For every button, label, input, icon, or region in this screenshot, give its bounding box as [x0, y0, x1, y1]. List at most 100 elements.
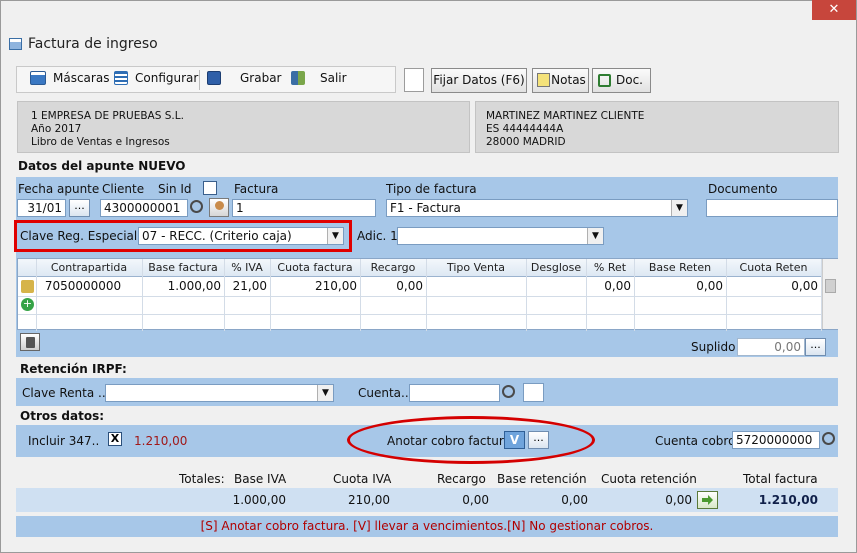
total-factura-label: Total factura: [743, 472, 818, 486]
recargo-label: Recargo: [437, 472, 486, 486]
add-row-icon[interactable]: +: [21, 298, 34, 311]
col-contrapartida[interactable]: Contrapartida: [36, 261, 142, 274]
incluir-347-amount: 1.210,00: [134, 434, 188, 448]
col-base-reten[interactable]: Base Reten: [634, 261, 726, 274]
cuenta-cobro-input[interactable]: 5720000000: [732, 431, 820, 449]
base-retencion-label: Base retención: [497, 472, 587, 486]
base-iva-label: Base IVA: [234, 472, 287, 486]
toolbar-divider: [199, 70, 200, 90]
chevron-down-icon[interactable]: ▼: [317, 385, 333, 401]
col-recargo[interactable]: Recargo: [360, 261, 426, 274]
cell-contrapartida[interactable]: 7050000000: [40, 279, 126, 293]
cell-cuota-factura[interactable]: 210,00: [270, 279, 357, 293]
client-nif: ES 44444444A: [486, 123, 564, 135]
close-button[interactable]: ✕: [812, 0, 856, 20]
save-icon: [207, 71, 221, 85]
exit-icon: [291, 71, 305, 85]
col-tipo-venta[interactable]: Tipo Venta: [426, 261, 526, 274]
cell-recargo[interactable]: 0,00: [360, 279, 423, 293]
search-icon[interactable]: [502, 385, 515, 398]
chevron-down-icon[interactable]: ▼: [587, 228, 603, 244]
col-base-factura[interactable]: Base factura: [142, 261, 224, 274]
totales-label: Totales:: [179, 472, 225, 486]
company-panel: 1 EMPRESA DE PRUEBAS S.L. Año 2017 Libro…: [17, 101, 470, 153]
search-icon[interactable]: [822, 432, 835, 445]
fecha-picker-button[interactable]: ...: [69, 199, 90, 217]
factura-input[interactable]: 1: [232, 199, 376, 217]
delete-row-button[interactable]: [20, 333, 40, 351]
col-cuota-reten[interactable]: Cuota Reten: [726, 261, 821, 274]
doc-label: Doc.: [616, 73, 643, 87]
suplido-button[interactable]: ...: [805, 338, 826, 356]
mascaras-button[interactable]: Máscaras: [30, 71, 109, 85]
cell-base-factura[interactable]: 1.000,00: [142, 279, 221, 293]
incluir-347-label: Incluir 347..: [28, 434, 100, 448]
trash-icon: [26, 337, 35, 348]
col-iva[interactable]: % IVA: [224, 261, 270, 274]
suplido-input[interactable]: 0,00: [737, 338, 805, 356]
cuenta-extra-box[interactable]: [523, 383, 544, 402]
doc-button[interactable]: Doc.: [592, 68, 651, 93]
scrollbar-thumb[interactable]: [825, 279, 836, 293]
total-recargo: 0,00: [462, 493, 489, 507]
cuenta-input[interactable]: [409, 384, 500, 402]
clave-renta-select[interactable]: ▼: [105, 384, 334, 402]
documento-input[interactable]: [706, 199, 838, 217]
adic-label: Adic. 1: [357, 229, 398, 243]
grid-scrollbar[interactable]: [822, 259, 838, 329]
documento-label: Documento: [708, 182, 778, 196]
total-factura: 1.210,00: [758, 493, 818, 507]
configurar-button[interactable]: Configurar: [114, 71, 198, 85]
grid-row-separator: [18, 314, 837, 315]
tipo-factura-select[interactable]: F1 - Factura ▼: [386, 199, 688, 217]
adic-select[interactable]: ▼: [397, 227, 604, 245]
incluir-347-checkbox[interactable]: X: [108, 432, 122, 446]
clave-renta-label[interactable]: Clave Renta ...: [22, 386, 109, 400]
factura-label: Factura: [234, 182, 279, 196]
fecha-label: Fecha apunte: [18, 182, 100, 196]
edit-row-icon[interactable]: [21, 280, 34, 293]
otros-section-title: Otros datos:: [20, 409, 105, 423]
client-address: 28000 MADRID: [486, 136, 566, 148]
cell-base-reten[interactable]: 0,00: [634, 279, 723, 293]
fijar-datos-button[interactable]: Fijar Datos (F6): [431, 68, 527, 93]
col-ret[interactable]: % Ret: [586, 261, 634, 274]
col-cuota-factura[interactable]: Cuota factura: [270, 261, 360, 274]
highlight-ellipse: [347, 416, 595, 464]
cell-cuota-reten[interactable]: 0,00: [726, 279, 818, 293]
mascaras-label: Máscaras: [53, 71, 110, 85]
tipo-factura-label: Tipo de factura: [386, 182, 477, 196]
cell-iva[interactable]: 21,00: [224, 279, 267, 293]
grabar-button[interactable]: Grabar: [207, 71, 282, 85]
cuota-retencion-label: Cuota retención: [601, 472, 697, 486]
grabar-label: Grabar: [240, 71, 282, 85]
sin-id-label: Sin Id: [158, 182, 192, 196]
cuenta-label[interactable]: Cuenta...: [358, 386, 412, 400]
search-icon[interactable]: [190, 200, 203, 213]
fijar-checkbox[interactable]: [404, 68, 424, 92]
contact-button[interactable]: [209, 198, 229, 217]
sin-id-checkbox[interactable]: [203, 181, 217, 195]
total-cuota-retencion: 0,00: [665, 493, 692, 507]
salir-button[interactable]: Salir: [291, 71, 347, 85]
cliente-input[interactable]: 4300000001: [100, 199, 188, 217]
go-button[interactable]: [697, 491, 718, 509]
apunte-section-title: Datos del apunte NUEVO: [18, 159, 186, 173]
notas-label: Notas: [551, 73, 586, 87]
person-icon: [215, 201, 224, 210]
total-cuota-iva: 210,00: [348, 493, 390, 507]
client-name: MARTINEZ MARTINEZ CLIENTE: [486, 110, 645, 122]
suplido-label: Suplido: [691, 340, 736, 354]
retencion-section-title: Retención IRPF:: [20, 362, 127, 376]
client-panel: MARTINEZ MARTINEZ CLIENTE ES 44444444A 2…: [475, 101, 839, 153]
chevron-down-icon[interactable]: ▼: [671, 200, 687, 216]
cuenta-cobro-label: Cuenta cobro: [655, 434, 736, 448]
cell-ret[interactable]: 0,00: [586, 279, 631, 293]
col-desglose[interactable]: Desglose: [526, 261, 586, 274]
fecha-input[interactable]: 31/01: [17, 199, 66, 217]
cliente-label: Cliente: [102, 182, 145, 196]
tipo-factura-value: F1 - Factura: [390, 201, 461, 215]
notas-button[interactable]: Notas: [532, 68, 589, 93]
total-base-retencion: 0,00: [561, 493, 588, 507]
list-icon: [114, 71, 128, 85]
